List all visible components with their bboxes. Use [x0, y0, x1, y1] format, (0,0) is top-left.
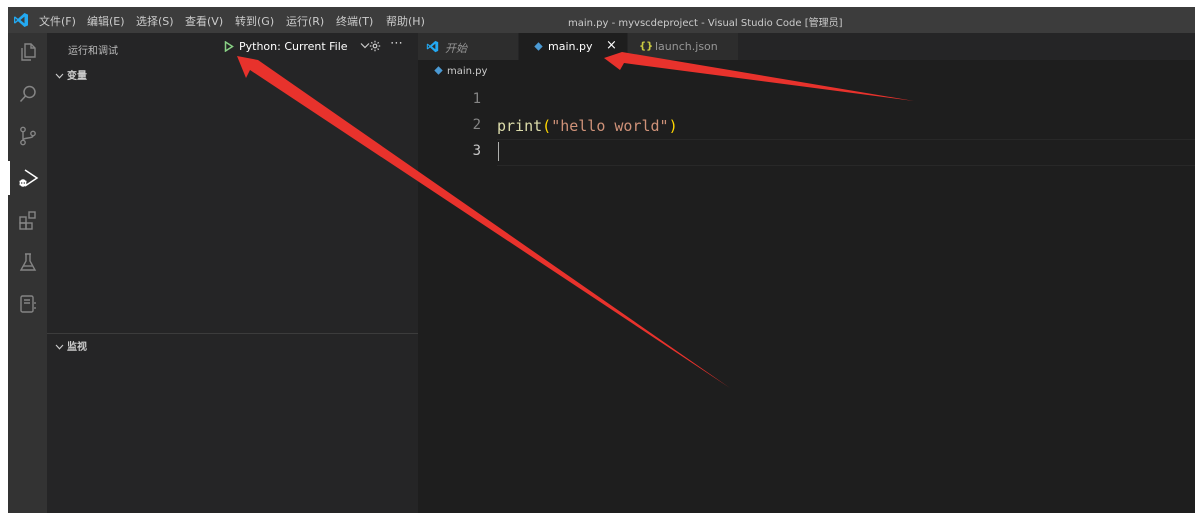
- files-icon[interactable]: [17, 41, 39, 63]
- menu-file[interactable]: 文件(F): [39, 13, 76, 29]
- tab-welcome[interactable]: 开始: [418, 33, 518, 60]
- python-icon: [534, 42, 543, 51]
- breadcrumb[interactable]: main.py: [434, 66, 487, 77]
- chevron-down-icon: [55, 344, 64, 350]
- tab-label: 开始: [445, 42, 467, 55]
- menu-help[interactable]: 帮助(H): [386, 13, 425, 29]
- menu-selection[interactable]: 选择(S): [136, 13, 174, 29]
- vscode-icon: [426, 40, 439, 53]
- tab-label: main.py: [548, 40, 593, 53]
- section-divider[interactable]: [47, 333, 418, 334]
- activity-bar: [8, 33, 47, 513]
- text-cursor: [498, 142, 499, 161]
- editor-area: 开始 main.py × {} launch.json main.py 1 2 …: [418, 33, 1195, 513]
- tab-bar: 开始 main.py × {} launch.json: [418, 33, 1195, 60]
- run-debug-icon[interactable]: [17, 167, 39, 189]
- run-and-debug-panel: 运行和调试 Python: Current File ⋯ 变量 监视: [47, 33, 418, 513]
- sidebar-title: 运行和调试: [68, 46, 118, 57]
- close-icon[interactable]: ×: [606, 38, 617, 53]
- notebook-icon[interactable]: [17, 293, 39, 315]
- menu-terminal[interactable]: 终端(T): [336, 13, 373, 29]
- menu-run[interactable]: 运行(R): [286, 13, 324, 29]
- json-icon: {}: [639, 41, 654, 52]
- window-title: main.py - myvscdeproject - Visual Studio…: [568, 18, 843, 29]
- tab-label: launch.json: [655, 40, 718, 53]
- menu-view[interactable]: 查看(V): [185, 13, 223, 29]
- more-actions-icon[interactable]: ⋯: [390, 36, 403, 51]
- code-token-paren: (: [542, 117, 552, 135]
- menu-edit[interactable]: 编辑(E): [87, 13, 125, 29]
- gear-icon[interactable]: [369, 40, 381, 52]
- code-line[interactable]: print("hello world"): [497, 117, 678, 135]
- start-debugging-play-icon[interactable]: [224, 41, 234, 52]
- variables-section-header[interactable]: 变量: [55, 67, 87, 82]
- tab-launch-json[interactable]: {} launch.json: [628, 33, 738, 60]
- code-token-function: print: [497, 117, 543, 135]
- testing-icon[interactable]: [17, 251, 39, 273]
- extensions-icon[interactable]: [17, 209, 39, 231]
- chevron-down-icon: [55, 73, 64, 79]
- tab-main-py[interactable]: main.py ×: [519, 33, 627, 60]
- python-icon: [434, 66, 443, 75]
- line-number: 2: [472, 117, 481, 133]
- breadcrumb-file[interactable]: main.py: [447, 66, 487, 77]
- title-bar: 文件(F) 编辑(E) 选择(S) 查看(V) 转到(G) 运行(R) 终端(T…: [8, 7, 1195, 33]
- run-config-label: Python: Current File: [239, 40, 348, 53]
- section-label: 监视: [67, 342, 87, 353]
- section-label: 变量: [67, 71, 87, 82]
- watch-section-header[interactable]: 监视: [55, 338, 87, 353]
- vscode-logo-icon: [14, 13, 28, 27]
- line-number: 1: [472, 91, 481, 107]
- active-indicator: [8, 161, 10, 195]
- menu-go[interactable]: 转到(G): [235, 13, 274, 29]
- source-control-icon[interactable]: [17, 125, 39, 147]
- code-token-paren: ): [668, 117, 678, 135]
- vscode-window: 文件(F) 编辑(E) 选择(S) 查看(V) 转到(G) 运行(R) 终端(T…: [8, 7, 1195, 513]
- search-icon[interactable]: [17, 83, 39, 105]
- code-token-string: "hello world": [551, 117, 669, 135]
- line-number: 3: [472, 143, 481, 159]
- current-line-highlight: [497, 139, 1195, 166]
